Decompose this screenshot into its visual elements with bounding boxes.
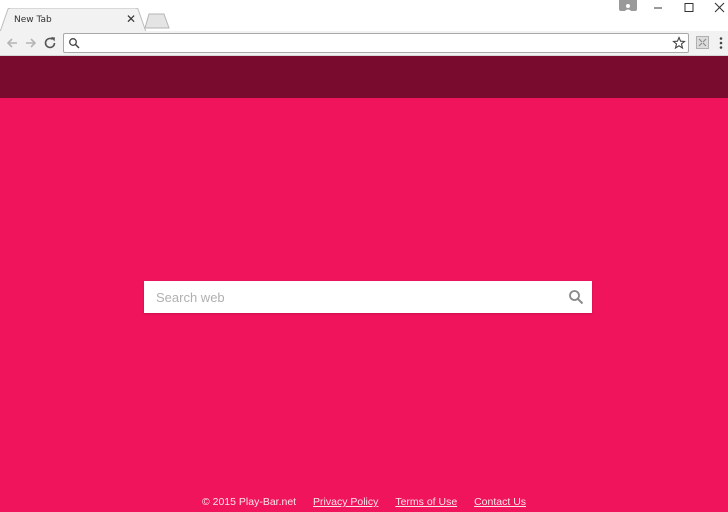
reload-button[interactable] bbox=[42, 35, 58, 51]
search-input[interactable] bbox=[156, 288, 556, 306]
tab-title: New Tab bbox=[14, 15, 52, 25]
search-icon[interactable] bbox=[568, 289, 584, 305]
search-box[interactable] bbox=[144, 281, 592, 313]
footer-copyright: © 2015 Play-Bar.net bbox=[201, 496, 297, 508]
browser-menu-icon[interactable] bbox=[718, 36, 724, 50]
contact-us-link[interactable]: Contact Us bbox=[474, 496, 526, 508]
bookmark-star-icon[interactable] bbox=[672, 36, 686, 50]
search-icon bbox=[69, 38, 80, 49]
terms-of-use-link[interactable]: Terms of Use bbox=[395, 496, 457, 508]
privacy-policy-link[interactable]: Privacy Policy bbox=[313, 496, 378, 508]
maximize-button[interactable] bbox=[673, 0, 703, 16]
page-header-band bbox=[0, 56, 728, 98]
address-bar[interactable] bbox=[63, 33, 689, 53]
close-window-button[interactable] bbox=[703, 0, 728, 16]
browser-titlebar: New Tab ✕ bbox=[0, 0, 728, 32]
address-input[interactable] bbox=[84, 35, 664, 51]
tab-close-icon[interactable]: ✕ bbox=[124, 12, 138, 26]
page-footer: © 2015 Play-Bar.net Privacy Policy Terms… bbox=[0, 496, 728, 510]
profile-icon[interactable] bbox=[619, 0, 637, 12]
extension-icon[interactable] bbox=[696, 36, 709, 49]
back-button[interactable] bbox=[4, 35, 20, 51]
minimize-button[interactable] bbox=[643, 0, 673, 16]
page-body: © 2015 Play-Bar.net Privacy Policy Terms… bbox=[0, 56, 728, 512]
forward-button[interactable] bbox=[23, 35, 39, 51]
new-tab-button[interactable] bbox=[144, 13, 170, 29]
browser-toolbar bbox=[0, 31, 728, 56]
